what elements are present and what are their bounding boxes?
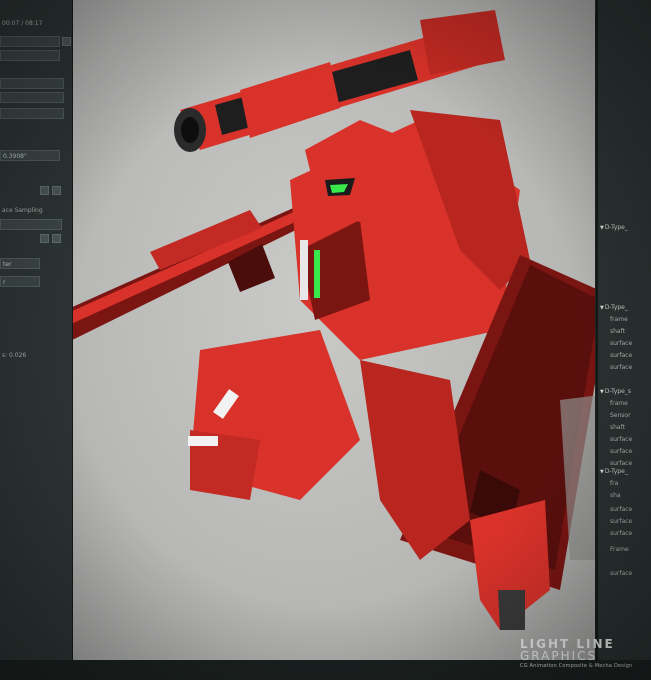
outliner-item[interactable]: surface: [610, 446, 632, 457]
outliner-item[interactable]: surface: [610, 434, 632, 445]
dropdown-field-3[interactable]: [0, 108, 64, 119]
outliner-item[interactable]: surface: [610, 568, 632, 579]
outliner-item[interactable]: surface: [610, 528, 632, 539]
timecode-readout: 00:07 / 08:17: [2, 20, 43, 27]
outliner-item[interactable]: sha: [610, 490, 621, 501]
outliner-item[interactable]: frame: [610, 398, 628, 409]
outliner-item[interactable]: ▼D-Type_s: [600, 386, 631, 397]
dropdown-field-1[interactable]: [0, 78, 64, 89]
outliner-item[interactable]: ▼D-Type_: [600, 302, 628, 313]
status-readout: s: 0.026: [2, 352, 27, 359]
field-spinner-button[interactable]: [62, 37, 71, 46]
outliner-item[interactable]: surface: [610, 362, 632, 373]
toggle-button-1[interactable]: [40, 186, 49, 195]
attribute-panel: 00:07 / 08:17 0.3908" ace Sampling ter r…: [0, 0, 74, 680]
3d-viewport[interactable]: [73, 0, 595, 660]
slider-field-2[interactable]: r: [0, 276, 40, 287]
watermark-logo: LIGHT LINE GRAPHICS CG Animation Composi…: [520, 638, 632, 670]
toggle-button-4[interactable]: [52, 234, 61, 243]
outliner-item[interactable]: shaft: [610, 422, 625, 433]
toggle-button-2[interactable]: [52, 186, 61, 195]
logo-line-2: GRAPHICS: [520, 649, 598, 663]
logo-tagline: CG Animation Composite & Mecha Design: [520, 663, 633, 669]
attribute-field-1[interactable]: [0, 36, 60, 47]
outliner-item[interactable]: ▼D-Type_: [600, 466, 628, 477]
sampling-label: ace Sampling: [2, 207, 43, 214]
outliner-item[interactable]: shaft: [610, 326, 625, 337]
outliner-item[interactable]: Frame: [610, 544, 629, 555]
outliner-item[interactable]: fra: [610, 478, 618, 489]
mech-render: [73, 10, 595, 630]
rifle: [73, 205, 312, 340]
outliner-item[interactable]: surface: [610, 516, 632, 527]
screen-frame: 00:07 / 08:17 0.3908" ace Sampling ter r…: [0, 0, 651, 680]
toggle-button-3[interactable]: [40, 234, 49, 243]
outliner-item[interactable]: frame: [610, 314, 628, 325]
dropdown-field-2[interactable]: [0, 92, 64, 103]
outliner-item[interactable]: ▼D-Type_: [600, 222, 628, 233]
slider-field-1[interactable]: ter: [0, 258, 40, 269]
outliner-item[interactable]: surface: [610, 338, 632, 349]
outliner-item[interactable]: surface: [610, 504, 632, 515]
outliner-item[interactable]: Sensor: [610, 410, 631, 421]
sampling-field[interactable]: [0, 219, 62, 230]
outliner-item[interactable]: surface: [610, 350, 632, 361]
outliner-panel: ▼D-Type_ ▼D-Type_ frame shaft surface su…: [596, 0, 651, 680]
value-field[interactable]: 0.3908": [0, 150, 60, 161]
attribute-field-2[interactable]: [0, 50, 60, 61]
